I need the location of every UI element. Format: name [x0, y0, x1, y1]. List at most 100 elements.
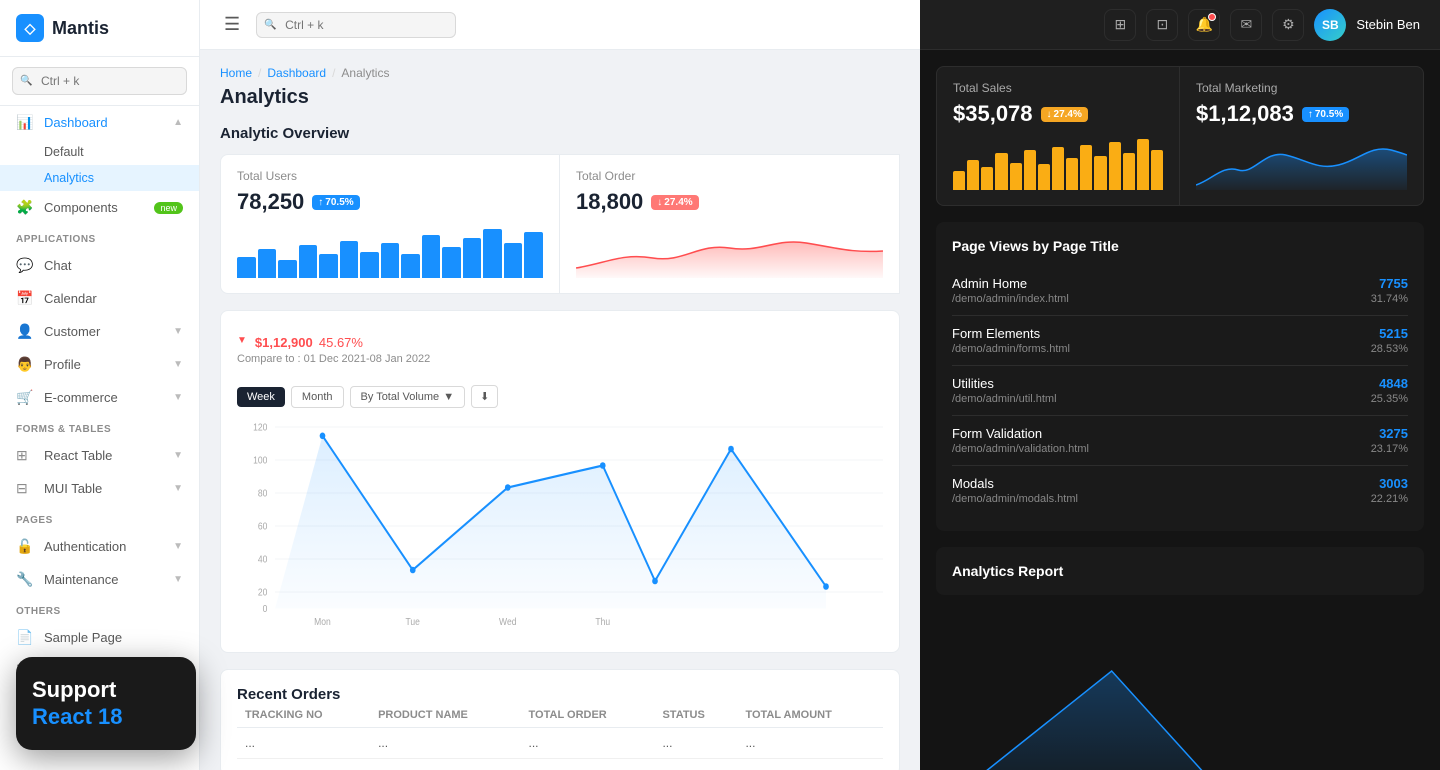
month-button[interactable]: Month	[291, 386, 344, 408]
section-label-pages: Pages	[0, 505, 199, 530]
topbar-dark: ⊞ ⊡ 🔔 ✉ ⚙ SB Stebin Ben	[920, 0, 1440, 50]
sidebar-label-mui-table: MUI Table	[44, 481, 173, 496]
download-button[interactable]: ⬇	[471, 385, 498, 408]
support-popup[interactable]: Support React 18	[16, 657, 196, 750]
sidebar-item-profile[interactable]: 👨 Profile ▼	[0, 348, 199, 381]
sidebar-label-maintenance: Maintenance	[44, 572, 173, 587]
settings-icon[interactable]: ⚙	[1272, 9, 1304, 41]
sidebar-label-auth: Authentication	[44, 539, 173, 554]
expand-arrow-customer: ▼	[173, 326, 183, 337]
pv-item-modals: Modals /demo/admin/modals.html 3003 22.2…	[952, 466, 1408, 515]
svg-text:Thu: Thu	[595, 616, 610, 627]
area-chart-marketing	[1196, 135, 1407, 190]
analytic-overview-title: Analytic Overview	[220, 125, 900, 142]
mail-icon[interactable]: ✉	[1230, 9, 1262, 41]
table-row: ... ... ... ... ...	[237, 728, 883, 759]
bar-3	[278, 260, 297, 278]
sidebar-item-analytics[interactable]: Analytics	[0, 165, 199, 191]
left-analytic-cards: Total Users 78,250 ↑ 70.5%	[220, 154, 900, 294]
react-table-icon: ⊞	[16, 447, 34, 464]
topbar-light: ☰	[200, 0, 920, 50]
bell-icon[interactable]: 🔔	[1188, 9, 1220, 41]
left-pane: Home / Dashboard / Analytics Analytics A…	[200, 50, 920, 770]
svg-text:40: 40	[258, 554, 268, 565]
sidebar-label-ecommerce: E-commerce	[44, 390, 173, 405]
bar-15	[524, 232, 543, 278]
sidebar-item-mui-table[interactable]: ⊟ MUI Table ▼	[0, 472, 199, 505]
income-card: ▼ $1,12,900 45.67% Compare to : 01 Dec 2…	[220, 310, 900, 653]
card-value-users: 78,250 ↑ 70.5%	[237, 189, 543, 215]
sidebar-item-react-table[interactable]: ⊞ React Table ▼	[0, 439, 199, 472]
svg-text:Mon: Mon	[314, 616, 331, 627]
support-text-line1: Support	[32, 677, 180, 703]
sidebar-label-chat: Chat	[44, 258, 183, 273]
topbar-row: ☰ ⊞ ⊡ 🔔 ✉ ⚙ SB Stebin Ben	[200, 0, 1440, 50]
sidebar-search-container	[0, 57, 199, 106]
sidebar-item-default[interactable]: Default	[0, 139, 199, 165]
svg-text:20: 20	[258, 587, 268, 598]
sidebar-label-dashboard: Dashboard	[44, 115, 173, 130]
income-chart-svg: 120 100 80 60 40 20 0 Mon Tue Wed Thu	[237, 416, 883, 636]
screen-icon[interactable]: ⊡	[1146, 9, 1178, 41]
breadcrumb-home[interactable]: Home	[220, 66, 252, 80]
maintenance-icon: 🔧	[16, 571, 34, 588]
badge-order: ↓ 27.4%	[651, 195, 698, 210]
svg-text:Wed: Wed	[499, 616, 516, 627]
mini-bars-sales	[953, 135, 1163, 190]
sidebar-item-dashboard[interactable]: 📊 Dashboard ▲	[0, 106, 199, 139]
card-label-users: Total Users	[237, 169, 543, 183]
sidebar-item-maintenance[interactable]: 🔧 Maintenance ▼	[0, 563, 199, 596]
expand-arrow-auth: ▼	[173, 541, 183, 552]
volume-select[interactable]: By Total Volume ▼	[350, 386, 466, 408]
col-tracking: TRACKING NO	[237, 703, 370, 728]
sidebar-item-chat[interactable]: 💬 Chat	[0, 249, 199, 282]
breadcrumb-dashboard[interactable]: Dashboard	[267, 66, 326, 80]
card-value-sales: $35,078 ↓ 27.4%	[953, 101, 1163, 127]
hamburger-icon[interactable]: ☰	[220, 10, 244, 39]
bar-13	[483, 229, 502, 279]
sidebar-item-sample[interactable]: 📄 Sample Page	[0, 621, 199, 654]
user-avatar[interactable]: SB	[1314, 9, 1346, 41]
breadcrumb: Home / Dashboard / Analytics	[220, 66, 900, 80]
sidebar-item-components[interactable]: 🧩 Components new	[0, 191, 199, 224]
topbar-search-input[interactable]	[256, 12, 456, 38]
sidebar-item-authentication[interactable]: 🔓 Authentication ▼	[0, 530, 199, 563]
support-text-line2: React 18	[32, 704, 180, 730]
col-total-order: TOTAL ORDER	[521, 703, 655, 728]
analytics-report-card: Analytics Report	[936, 547, 1424, 595]
bar-5	[319, 254, 338, 278]
card-total-marketing: Total Marketing $1,12,083 ↑ 70.5%	[1180, 66, 1424, 206]
auth-icon: 🔓	[16, 538, 34, 555]
week-button[interactable]: Week	[237, 387, 285, 407]
apps-icon[interactable]: ⊞	[1104, 9, 1136, 41]
bar-6	[340, 241, 359, 278]
sidebar-item-customer[interactable]: 👤 Customer ▼	[0, 315, 199, 348]
sidebar-label-customer: Customer	[44, 324, 173, 339]
card-label-sales: Total Sales	[953, 81, 1163, 95]
svg-text:80: 80	[258, 488, 268, 499]
expand-arrow-mui-table: ▼	[173, 483, 183, 494]
expand-arrow-maintenance: ▼	[173, 574, 183, 585]
sidebar-item-ecommerce[interactable]: 🛒 E-commerce ▼	[0, 381, 199, 414]
bar-7	[360, 252, 379, 278]
card-total-order: Total Order 18,800 ↓ 27.4%	[560, 154, 900, 294]
sidebar-label-react-table: React Table	[44, 448, 173, 463]
chart-controls: Week Month By Total Volume ▼ ⬇	[237, 385, 883, 408]
right-pane: Total Sales $35,078 ↓ 27.4%	[920, 50, 1440, 770]
notification-dot	[1208, 13, 1216, 21]
badge-users: ↑ 70.5%	[312, 195, 359, 210]
card-label-order: Total Order	[576, 169, 883, 183]
section-label-applications: Applications	[0, 224, 199, 249]
search-input[interactable]	[12, 67, 187, 95]
expand-arrow-dashboard: ▲	[173, 117, 183, 128]
sidebar-label-sample: Sample Page	[44, 630, 183, 645]
bar-10	[422, 235, 441, 278]
income-compare: Compare to : 01 Dec 2021-08 Jan 2022	[237, 353, 430, 365]
expand-arrow-react-table: ▼	[173, 450, 183, 461]
sidebar-item-calendar[interactable]: 📅 Calendar	[0, 282, 199, 315]
pageviews-title: Page Views by Page Title	[952, 238, 1408, 254]
card-total-sales: Total Sales $35,078 ↓ 27.4%	[936, 66, 1180, 206]
svg-text:100: 100	[253, 455, 267, 466]
pv-item-form-validation: Form Validation /demo/admin/validation.h…	[952, 416, 1408, 466]
income-value: $1,12,900 45.67%	[255, 327, 363, 353]
